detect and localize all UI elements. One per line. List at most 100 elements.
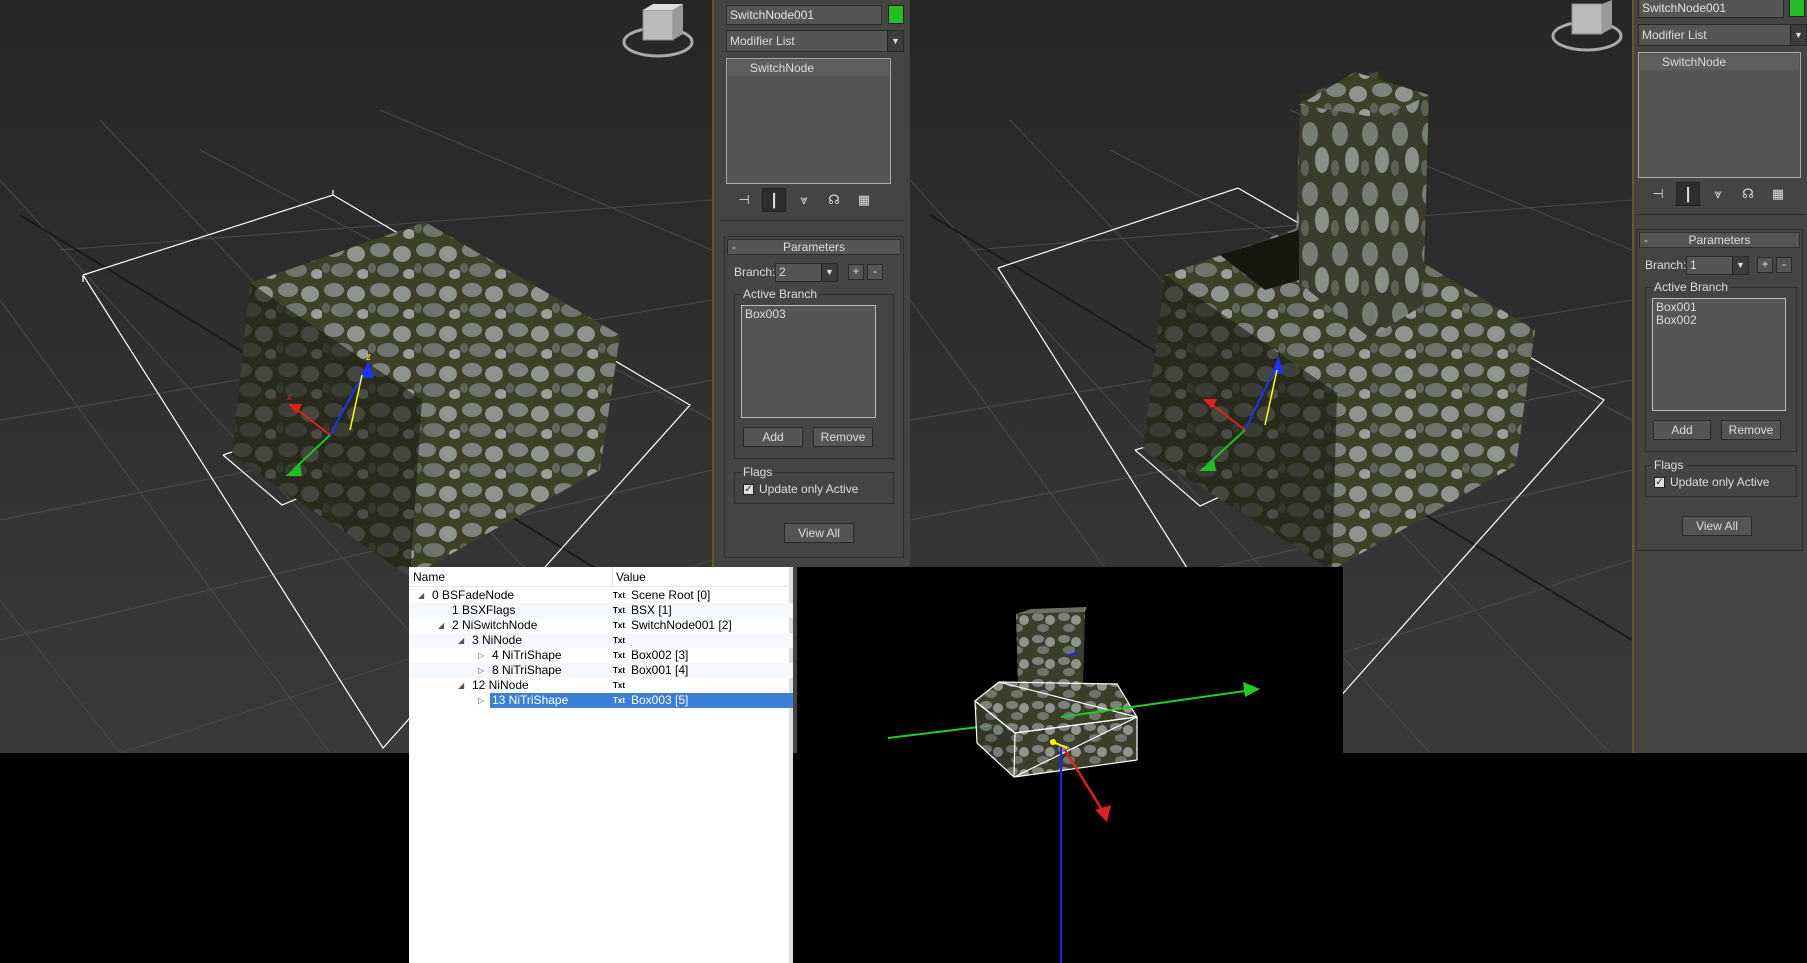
tree-header: Name Value (409, 567, 793, 587)
text-type-icon: Txt (613, 681, 625, 690)
tree-row-name: 8 NiTriShape (492, 663, 562, 677)
tree-row-value: Box001 [4] (631, 663, 689, 677)
collapse-arrow-icon[interactable]: ▷ (478, 693, 484, 708)
stack-toolbar: ⊣ ┃ ⩔ ☊ ▦ (1646, 182, 1790, 206)
branch-value: 1 (1690, 258, 1697, 272)
remove-modifier-icon[interactable]: ☊ (1736, 182, 1760, 206)
list-item[interactable]: Box003 (745, 308, 872, 321)
chevron-down-icon: ▼ (887, 31, 903, 51)
active-branch-group: Active Branch Box001 Box002 Add Remove (1645, 280, 1797, 452)
tree-row-selected[interactable]: ▷ 13 NiTriShape Txt Box003 [5] (409, 693, 793, 708)
branch-remove-button[interactable]: - (867, 264, 883, 280)
add-button[interactable]: Add (1653, 420, 1711, 440)
name-column-header[interactable]: Name (413, 570, 445, 584)
tree-row[interactable]: ◢ 2 NiSwitchNode Txt SwitchNode001 [2] (409, 618, 793, 633)
branch-label: Branch: (1645, 258, 1687, 272)
parameters-rollout: - Parameters Branch: 1 ▼ + - Active Bran… (1636, 229, 1803, 551)
collapse-arrow-icon[interactable]: ▷ (478, 663, 484, 678)
branch-dropdown[interactable]: 1 ▼ (1686, 256, 1749, 275)
update-only-active-label: Update only Active (1670, 475, 1770, 489)
viewcube-icon[interactable] (622, 4, 694, 58)
stack-item-switchnode[interactable]: SwitchNode (1640, 54, 1799, 70)
text-type-icon: Txt (613, 636, 625, 645)
block-list-panel: Name Value ◢ 0 BSFadeNode Txt Scene Root… (409, 567, 793, 963)
branch-remove-button[interactable]: - (1776, 257, 1792, 273)
make-unique-icon[interactable]: ⩔ (792, 188, 816, 212)
tree-row[interactable]: ▷ 4 NiTriShape Txt Box002 [3] (409, 648, 793, 663)
expand-arrow-icon[interactable]: ◢ (418, 588, 424, 603)
branch-add-button[interactable]: + (1757, 257, 1773, 273)
text-type-icon: Txt (613, 606, 625, 615)
active-branch-list[interactable]: Box003 (741, 305, 876, 418)
text-type-icon: Txt (613, 591, 625, 600)
update-only-active-checkbox[interactable]: ✓ (1654, 477, 1665, 488)
viewcube-icon[interactable] (1551, 0, 1623, 52)
tree-row-name: 12 NiNode (472, 678, 529, 692)
nif-render-view[interactable] (797, 567, 1343, 963)
branch-dropdown[interactable]: 2 ▼ (775, 263, 838, 282)
tree-row-name: 3 NiNode (472, 633, 523, 647)
gizmo-z-label: z (366, 352, 371, 363)
tree-row-value: SwitchNode001 [2] (631, 618, 732, 632)
tree-row-name: 2 NiSwitchNode (452, 618, 538, 632)
chevron-down-icon: ▼ (1790, 25, 1806, 45)
remove-button[interactable]: Remove (1721, 420, 1781, 440)
text-type-icon: Txt (613, 666, 625, 675)
show-end-result-icon[interactable]: ┃ (762, 188, 786, 212)
pin-stack-icon[interactable]: ⊣ (732, 188, 756, 212)
tree-row-value: Box003 [5] (631, 693, 689, 707)
expand-arrow-icon[interactable]: ◢ (438, 618, 444, 633)
divider (720, 220, 904, 221)
collapse-icon: - (1644, 233, 1648, 247)
object-color-swatch[interactable] (1789, 0, 1805, 17)
configure-modifier-sets-icon[interactable]: ▦ (1766, 182, 1790, 206)
modifier-stack[interactable]: SwitchNode (1638, 52, 1801, 178)
add-button[interactable]: Add (743, 427, 803, 447)
view-all-button[interactable]: View All (784, 523, 854, 543)
value-column-header[interactable]: Value (616, 570, 646, 584)
remove-modifier-icon[interactable]: ☊ (822, 188, 846, 212)
remove-button[interactable]: Remove (813, 427, 873, 447)
object-name-field[interactable]: SwitchNode001 (726, 5, 882, 25)
update-only-active-label: Update only Active (759, 482, 859, 496)
tree-row[interactable]: ◢ 0 BSFadeNode Txt Scene Root [0] (409, 588, 793, 603)
tree-row[interactable]: ◢ 12 NiNode Txt (409, 678, 793, 693)
tree-row-value: BSX [1] (631, 603, 672, 617)
object-name-field[interactable]: SwitchNode001 (1638, 0, 1784, 18)
modifier-stack[interactable]: SwitchNode (726, 58, 891, 184)
pin-stack-icon[interactable]: ⊣ (1646, 182, 1670, 206)
gizmo-x-label: x (287, 392, 292, 403)
active-branch-list[interactable]: Box001 Box002 (1652, 298, 1786, 411)
update-only-active-checkbox[interactable]: ✓ (743, 484, 754, 495)
modifier-list-dropdown[interactable]: Modifier List ▼ (1638, 24, 1807, 46)
tree-row[interactable]: ◢ 3 NiNode Txt (409, 633, 793, 648)
column-divider[interactable] (612, 567, 613, 587)
modifier-list-label: Modifier List (730, 34, 795, 48)
object-color-swatch[interactable] (888, 5, 904, 24)
modifier-list-dropdown[interactable]: Modifier List ▼ (726, 30, 904, 52)
view-all-button[interactable]: View All (1682, 516, 1752, 536)
parameters-rollout-header[interactable]: - Parameters (727, 239, 901, 255)
chevron-down-icon: ▼ (821, 264, 837, 281)
text-type-icon: Txt (613, 621, 625, 630)
parameters-rollout-header[interactable]: - Parameters (1639, 232, 1800, 248)
expand-arrow-icon[interactable]: ◢ (458, 633, 464, 648)
tree-row-value: Scene Root [0] (631, 588, 711, 602)
chevron-down-icon: ▼ (1732, 257, 1748, 274)
make-unique-icon[interactable]: ⩔ (1706, 182, 1730, 206)
expand-arrow-icon[interactable]: ◢ (458, 678, 464, 693)
branch-add-button[interactable]: + (848, 264, 864, 280)
active-branch-group: Active Branch Box003 Add Remove (734, 287, 894, 459)
flags-title: Flags (741, 465, 775, 479)
stack-item-switchnode[interactable]: SwitchNode (728, 60, 889, 76)
tree-row[interactable]: 1 BSXFlags Txt BSX [1] (409, 603, 793, 618)
tree-row[interactable]: ▷ 8 NiTriShape Txt Box001 [4] (409, 663, 793, 678)
list-item[interactable]: Box002 (1656, 314, 1782, 327)
branch-value: 2 (779, 265, 786, 279)
parameters-rollout: - Parameters Branch: 2 ▼ + - Active Bran… (724, 236, 904, 558)
show-end-result-icon[interactable]: ┃ (1676, 182, 1700, 206)
tree-row-value: Box002 [3] (631, 648, 689, 662)
modify-panel-right: SwitchNode001 Modifier List ▼ SwitchNode… (1632, 0, 1807, 753)
configure-modifier-sets-icon[interactable]: ▦ (852, 188, 876, 212)
collapse-arrow-icon[interactable]: ▷ (478, 648, 484, 663)
